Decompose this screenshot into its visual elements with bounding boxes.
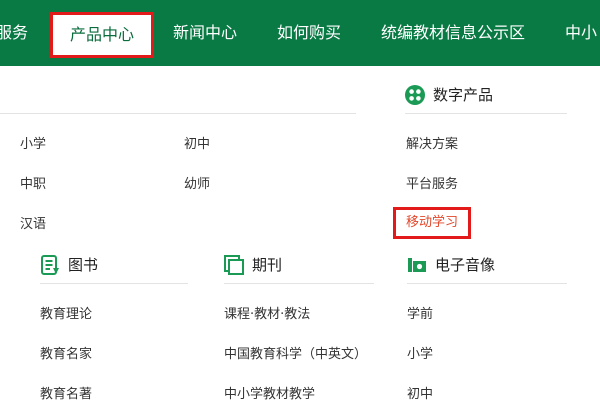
divider [405,113,567,114]
journal-link[interactable]: 中国教育科学（中英文） [224,346,367,364]
journals-title: 期刊 [252,256,283,274]
divider [407,283,567,284]
nav-item-services[interactable]: 服务 [0,0,28,66]
books-heading[interactable]: 图书 [40,254,98,276]
digital-link-solutions[interactable]: 解决方案 [406,136,458,154]
av-link[interactable]: 学前 [407,306,433,324]
av-heading[interactable]: 电子音像 [407,254,495,276]
category-link[interactable]: 初中 [184,136,210,154]
journal-link[interactable]: 课程·教材·教法 [224,306,310,324]
category-link[interactable]: 汉语 [20,216,46,234]
av-link[interactable]: 小学 [407,346,433,364]
av-title: 电子音像 [435,256,496,274]
category-link[interactable]: 幼师 [184,176,210,194]
book-link[interactable]: 教育名家 [40,346,92,364]
nav-item-textbook-info[interactable]: 统编教材信息公示区 [381,0,525,66]
divider [0,113,356,114]
nav-item-product-center[interactable]: 产品中心 [50,12,154,58]
book-link[interactable]: 教育名著 [40,386,92,400]
digital-products-heading[interactable]: 数字产品 [405,84,493,106]
digital-products-title: 数字产品 [433,86,494,104]
nav-item-how-to-buy[interactable]: 如何购买 [277,0,341,66]
category-link[interactable]: 中职 [20,176,46,194]
nav-item-news-center[interactable]: 新闻中心 [173,0,237,66]
books-title: 图书 [68,256,99,274]
grid-icon [405,85,425,105]
divider [224,283,374,284]
digital-link-mobile-learning[interactable]: 移动学习 [393,207,472,239]
journal-link[interactable]: 中小学教材教学 [224,386,315,400]
journals-heading[interactable]: 期刊 [224,254,282,276]
category-link[interactable]: 小学 [20,136,46,154]
book-link[interactable]: 教育理论 [40,306,92,324]
av-link[interactable]: 初中 [407,386,433,400]
product-dropdown-panel: 小学 中职 汉语 初中 幼师 数字产品 解决方案 平台服务 移动学习 图书 教育… [0,66,600,400]
top-nav-bar: 服务 产品中心 新闻中心 如何购买 统编教材信息公示区 中小 [0,0,600,66]
divider [40,283,188,284]
nav-item-primary-secondary[interactable]: 中小 [565,0,597,66]
journal-icon [224,255,244,275]
media-icon [407,255,427,275]
book-icon [40,255,60,275]
digital-link-platform[interactable]: 平台服务 [406,176,458,194]
